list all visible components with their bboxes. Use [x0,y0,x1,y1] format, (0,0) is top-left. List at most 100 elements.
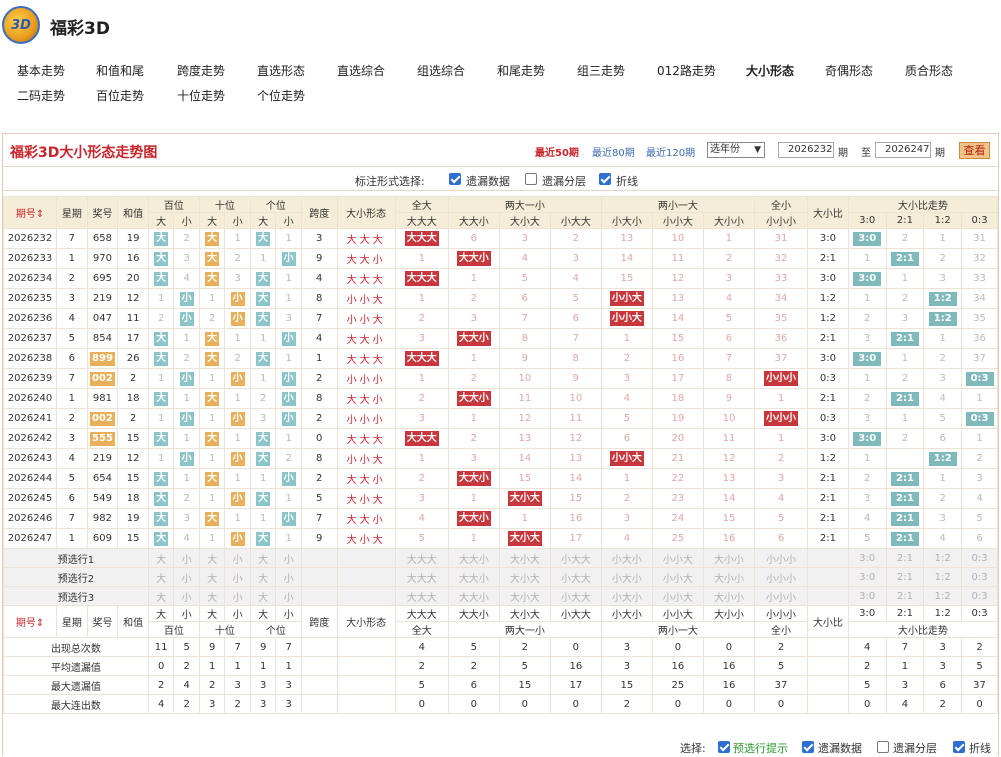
shape-miss-cell: 2 [447,428,500,449]
preselect-row[interactable]: 预选行1 大小大小大小大大大 大大小 大小大 小大大 小大小 小小大 大小小 小小小 3:0 2:1… [3,548,998,568]
nav-item[interactable]: 和尾走势 [497,62,545,79]
stats-shape-value: 0 [549,637,602,657]
stats-shape-value: 5 [498,656,551,676]
nav-item[interactable]: 基本走势 [17,62,65,79]
span-cell: 3 [300,228,338,249]
table-row: 2026247 1 609 15 大 4 1 小大 1 9 大小大 5 1 大小大 17 4 25 16 6 2:1 5… [2,528,998,549]
preselect-digit[interactable]: 大 [147,567,175,587]
preselect-digit[interactable]: 大 [249,567,277,587]
preselect-digit[interactable]: 小 [224,548,251,568]
nav-item[interactable]: 组选综合 [417,62,465,79]
year-select[interactable]: 选年份 ▼ [707,142,765,158]
shape-miss-cell: 12 [549,428,602,449]
preselect-trend-option: 0:3 [961,567,998,587]
sum-cell: 2 [117,368,149,389]
trend-hit: 2:1 [891,511,919,526]
bai-header: 百位 [147,196,200,213]
shape-hit: 大大小 [456,331,491,346]
preselect-digit[interactable]: 小 [173,567,200,587]
from-period-input[interactable]: 2026232 [778,142,834,158]
stats-trend-value: 2 [923,694,963,714]
nav-item[interactable]: 个位走势 [257,87,305,104]
query-button[interactable]: 查看 [959,142,990,159]
preselect-digit[interactable]: 大 [249,548,277,568]
recent-120-link[interactable]: 最近120期 [646,144,695,159]
preselect-digit[interactable]: 大 [147,586,175,606]
digit-cell: 大 [249,288,277,309]
nav-item[interactable]: 百位走势 [96,87,144,104]
footer-miss-layer-checkbox[interactable] [877,741,889,753]
digit-hit: 大 [205,431,220,446]
week-cell: 3 [56,428,88,449]
preselect-shape-option: 大大大 [394,586,449,606]
digit-cell: 大 [249,268,277,289]
preselect-row[interactable]: 预选行2 大小大小大小大大大 大大小 大小大 小大大 小大小 小小大 大小小 小小小 3:0 2:1… [3,567,998,587]
preselect-digit[interactable]: 大 [198,548,226,568]
shape-miss-cell: 大小大 [498,488,551,509]
period-cell: 2026243 [2,448,58,469]
preselect-shape-option: 小大小 [600,586,653,606]
shape-miss-cell: 10 [498,368,551,389]
nav-item[interactable]: 十位走势 [177,87,225,104]
preselect-digit[interactable]: 大 [198,586,226,606]
period-header[interactable]: 期号⇕ [2,196,58,229]
nav-item[interactable]: 跨度走势 [177,62,225,79]
shape-miss-cell: 15 [600,268,653,289]
preselect-hint-checkbox[interactable] [718,741,730,753]
preselect-digit[interactable]: 小 [275,586,302,606]
preselect-digit[interactable]: 大 [147,548,175,568]
to-period-input[interactable]: 2026247 [875,142,931,158]
digit-hit: 小 [281,371,296,386]
week-cell: 2 [56,408,88,429]
preselect-digit[interactable]: 小 [275,548,302,568]
nav-item[interactable]: 二码走势 [17,87,65,104]
preselect-hint-label: 预选行提示 [733,742,788,755]
preselect-digit[interactable]: 小 [224,586,251,606]
shape-miss-cell: 大大小 [447,328,500,349]
preselect-digit[interactable]: 小 [173,586,200,606]
bai-footer-header: 百位 [147,621,200,638]
trend-cell: 31 [961,228,998,249]
shape-miss-cell: 6 [702,328,755,349]
nav-item[interactable]: 012路走势 [657,62,716,79]
digit-hit: 大 [205,391,220,406]
preselect-digit[interactable]: 小 [275,567,302,587]
trend-cell: 2 [923,248,963,269]
nav-item[interactable]: 和值和尾 [96,62,144,79]
digit-cell: 3 [173,248,200,269]
period-footer-header[interactable]: 期号⇕ [2,605,58,638]
preselect-digit[interactable]: 大 [198,567,226,587]
nav-item[interactable]: 大小形态 [746,62,794,79]
prize-cell: 854 [86,328,119,349]
big-header: 大 [198,605,226,622]
digit-hit: 大 [256,231,271,246]
nav-item[interactable]: 直选综合 [337,62,385,79]
preselect-digit[interactable]: 大 [249,586,277,606]
footer-miss-data-checkbox[interactable] [802,741,814,753]
recent-50-link[interactable]: 最近50期 [535,144,579,159]
miss-data-checkbox[interactable] [449,173,461,185]
miss-layer-checkbox[interactable] [525,173,537,185]
nav-item[interactable]: 质合形态 [905,62,953,79]
preselect-digit[interactable]: 小 [224,567,251,587]
footer-line-checkbox[interactable] [953,741,965,753]
stats-digit: 3 [224,675,251,695]
preselect-digit[interactable]: 小 [173,548,200,568]
stats-shape-value: 3 [600,656,653,676]
digit-cell: 大 [249,308,277,329]
site-logo[interactable]: 3D [2,6,40,44]
nav-item[interactable]: 组三走势 [577,62,625,79]
trend-cell: 2 [885,228,925,249]
digit-cell: 大 [147,528,175,549]
digit-hit: 大 [205,331,220,346]
digit-cell: 大 [147,328,175,349]
preselect-row[interactable]: 预选行3 大小大小大小大大大 大大小 大小大 小大大 小大小 小小大 大小小 小小小 3:0 2:1… [3,586,998,606]
shape-cell: 小小大 [336,448,396,469]
nav-item[interactable]: 奇偶形态 [825,62,873,79]
line-checkbox[interactable] [599,173,611,185]
prize-cell: 982 [86,508,119,529]
nav-item[interactable]: 直选形态 [257,62,305,79]
recent-80-link[interactable]: 最近80期 [592,144,635,159]
sub-header: 小大大 [549,212,602,229]
trend-cell: 5 [923,408,963,429]
